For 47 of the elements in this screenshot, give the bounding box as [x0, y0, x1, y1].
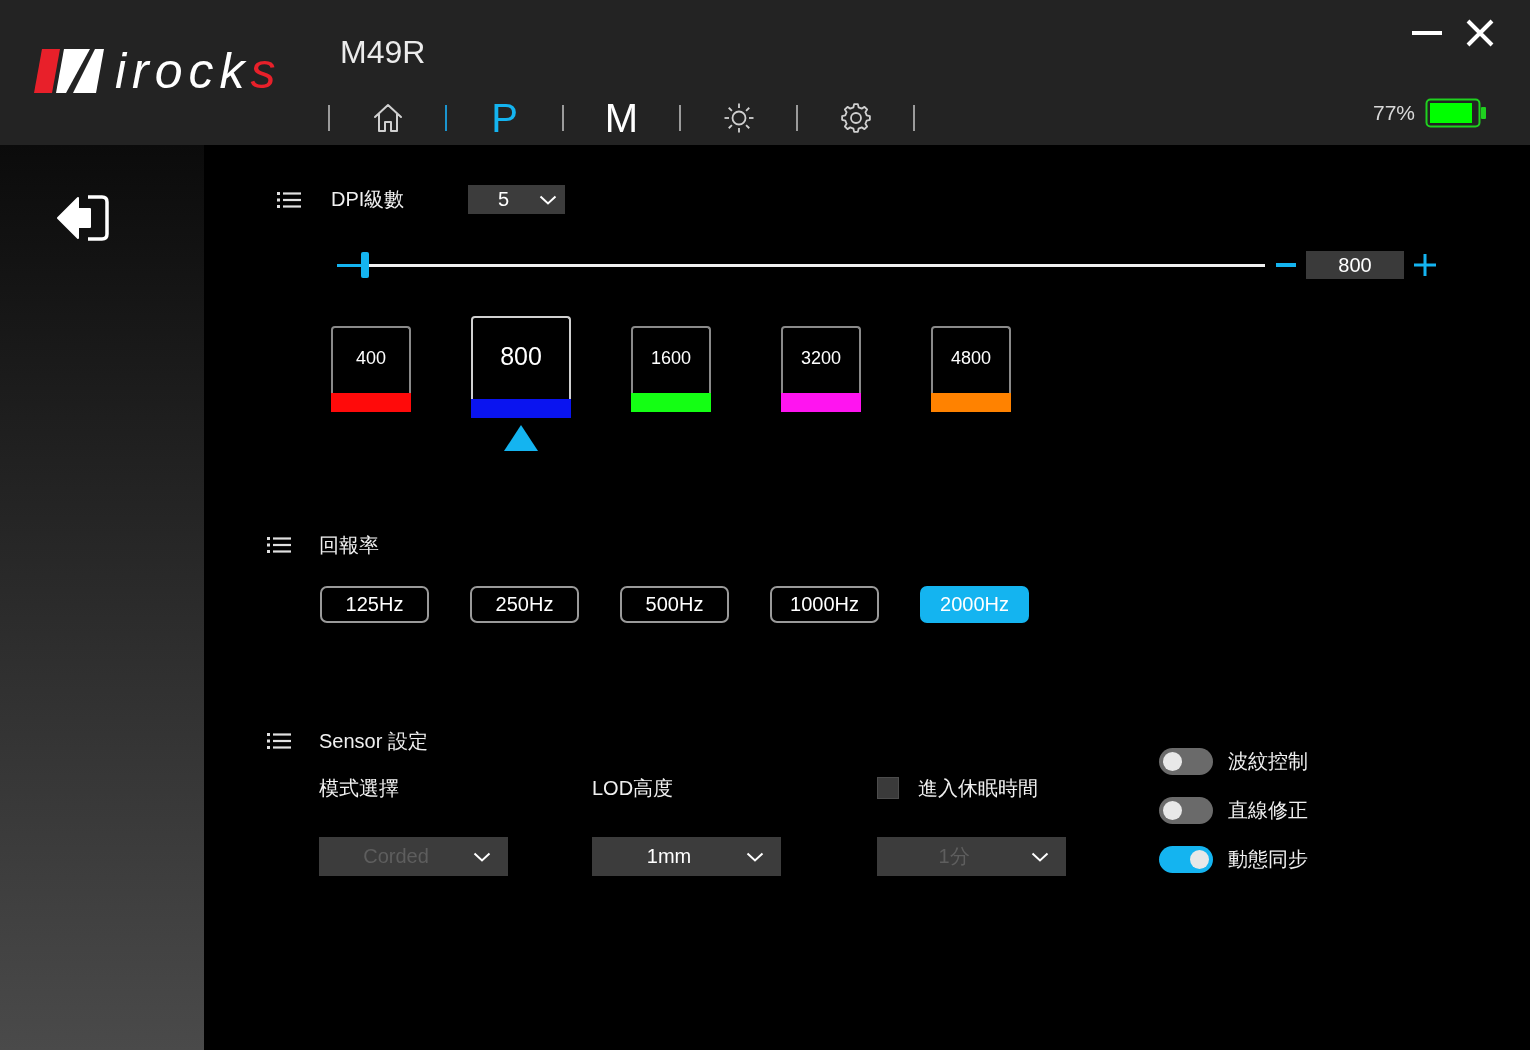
sun-icon[interactable]	[722, 102, 755, 134]
logo-mark-icon	[33, 47, 105, 94]
pointer-triangle-icon	[504, 425, 538, 451]
section-title: 回報率	[319, 532, 379, 558]
dpi-stage-button[interactable]: 3200	[781, 326, 861, 412]
close-icon[interactable]	[1465, 18, 1495, 48]
report-rate-button[interactable]: 125Hz	[320, 586, 429, 623]
list-icon	[267, 537, 291, 553]
chevron-down-icon	[539, 194, 557, 205]
toggle-label: 動態同步	[1228, 847, 1308, 872]
toggle-switch[interactable]	[1159, 846, 1213, 873]
chevron-down-icon	[746, 851, 764, 862]
logo-wordmark: irocks	[115, 45, 282, 96]
dpi-value-field[interactable]: 800	[1306, 251, 1404, 279]
toggle-label: 波紋控制	[1228, 749, 1308, 774]
dpi-stage-button[interactable]: 400	[331, 326, 411, 412]
report-rate-button[interactable]: 500Hz	[620, 586, 729, 623]
report-rate-button[interactable]: 250Hz	[470, 586, 579, 623]
battery-icon	[1425, 98, 1487, 128]
settings-icon[interactable]	[839, 102, 872, 134]
dpi-stage-button[interactable]: 800	[471, 316, 571, 418]
dpi-slider[interactable]	[337, 252, 1265, 278]
chevron-down-icon	[1031, 851, 1049, 862]
slider-thumb[interactable]	[360, 252, 369, 278]
home-icon[interactable]	[371, 102, 404, 134]
toggle-label: 直線修正	[1228, 798, 1308, 823]
toggle-switch[interactable]	[1159, 797, 1213, 824]
lod-dropdown[interactable]: 1mm	[592, 837, 781, 876]
field-label: LOD高度	[592, 776, 674, 800]
field-label: 模式選擇	[319, 776, 399, 800]
exit-icon[interactable]	[57, 195, 109, 241]
nav-tab[interactable]: M	[604, 100, 639, 136]
nav-tab[interactable]: P	[491, 100, 518, 136]
dpi-stage-button[interactable]: 4800	[931, 326, 1011, 412]
checkbox-label: 進入休眠時間	[918, 775, 1038, 801]
section-title: Sensor 設定	[319, 728, 428, 754]
plus-icon[interactable]	[1414, 254, 1436, 276]
stage-count-dropdown[interactable]: 5	[468, 185, 565, 214]
list-icon	[267, 733, 291, 749]
toggle-switch[interactable]	[1159, 748, 1213, 775]
battery-reading: 77%	[1372, 101, 1415, 125]
device-name: M49R	[340, 36, 426, 68]
dpi-stage-button[interactable]: 1600	[631, 326, 711, 412]
report-rate-button[interactable]: 1000Hz	[770, 586, 879, 623]
section-title: DPI級數	[331, 188, 405, 210]
chevron-down-icon	[473, 851, 491, 862]
list-icon	[277, 191, 301, 208]
